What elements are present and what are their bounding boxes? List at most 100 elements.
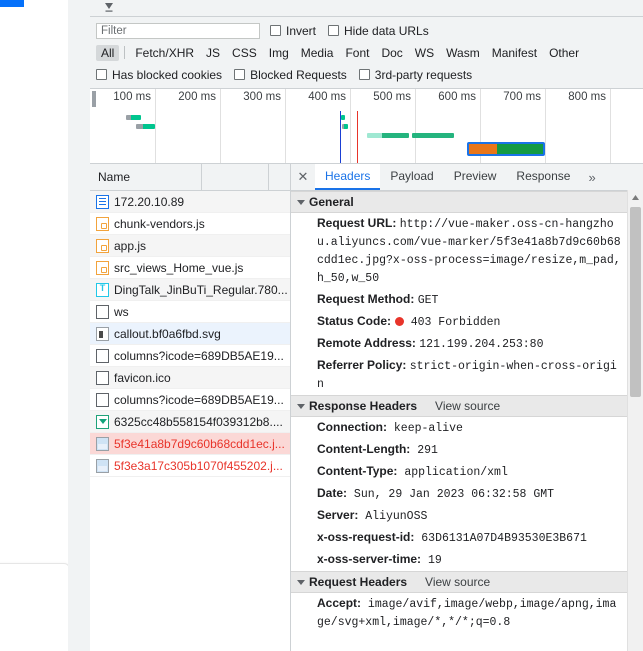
timeline-download-segment xyxy=(344,124,348,129)
timeline-tick-label: 700 ms xyxy=(503,91,541,103)
timeline-wait-segment xyxy=(469,144,498,154)
table-row[interactable]: DingTalk_JinBuTi_Regular.780... xyxy=(90,279,290,301)
type-filter-doc[interactable]: Doc xyxy=(376,45,407,61)
scroll-up-icon[interactable] xyxy=(628,190,643,205)
table-row[interactable]: chunk-vendors.js xyxy=(90,213,290,235)
type-filter-wasm[interactable]: Wasm xyxy=(441,45,485,61)
column-divider[interactable] xyxy=(201,164,202,190)
tab-response-label: Response xyxy=(516,169,571,183)
request-name: 172.20.10.89 xyxy=(114,194,185,209)
tab-response[interactable]: Response xyxy=(506,164,580,190)
request-name: 5f3e41a8b7d9c60b68cdd1ec.j... xyxy=(114,436,285,451)
response-headers-section-header[interactable]: Response Headers View source xyxy=(291,395,628,417)
timeline-bar[interactable] xyxy=(342,124,348,129)
third-party-requests-checkbox[interactable] xyxy=(358,69,370,80)
invert-checkbox[interactable] xyxy=(270,25,281,36)
chevron-double-right-icon[interactable]: » xyxy=(580,164,603,190)
timeline-bar[interactable] xyxy=(126,115,141,120)
response-header-key: Server: xyxy=(317,508,359,522)
table-row[interactable]: src_views_Home_vue.js xyxy=(90,257,290,279)
hide-data-urls-checkbox[interactable] xyxy=(328,25,340,36)
request-name: chunk-vendors.js xyxy=(114,216,205,231)
timeline-tick-label: 300 ms xyxy=(243,91,281,103)
request-header-key: Accept: xyxy=(317,596,362,610)
invert-checkbox-label[interactable]: Invert xyxy=(270,24,316,38)
table-row[interactable]: 5f3e3a17c305b1070f455202.j... xyxy=(90,455,290,477)
response-header-value: 63D6131A07D4B93530E3B671 xyxy=(414,532,587,545)
tab-payload-label: Payload xyxy=(390,169,434,183)
request-method-key: Request Method: xyxy=(317,292,415,306)
timeline-download-segment xyxy=(497,144,543,154)
overview-drag-handle[interactable] xyxy=(92,91,96,107)
timeline-download-segment xyxy=(426,133,454,138)
blocked-requests-checkbox-label[interactable]: Blocked Requests xyxy=(234,68,347,82)
network-toolbar-strip xyxy=(90,0,643,17)
timeline-tick-label: 100 ms xyxy=(113,91,151,103)
response-header-key: Connection: xyxy=(317,420,387,434)
timeline-gridline xyxy=(285,89,286,163)
request-details-pane: ✕ Headers Payload Preview Response » Gen… xyxy=(291,164,643,651)
type-filter-fetch-xhr[interactable]: Fetch/XHR xyxy=(130,45,199,61)
type-filter-all[interactable]: All xyxy=(96,44,120,61)
timeline-bar[interactable] xyxy=(136,124,155,129)
table-row[interactable]: 172.20.10.89 xyxy=(90,191,290,213)
has-blocked-cookies-checkbox[interactable] xyxy=(96,69,107,80)
response-header-row: x-oss-request-id: 63D6131A07D4B93530E3B6… xyxy=(291,527,628,549)
response-view-source-link[interactable]: View source xyxy=(435,399,500,413)
close-icon[interactable]: ✕ xyxy=(291,164,315,190)
timeline-bar[interactable] xyxy=(367,133,409,138)
response-header-row: Date: Sun, 29 Jan 2023 06:32:58 GMT xyxy=(291,483,628,505)
table-row[interactable]: favicon.ico xyxy=(90,367,290,389)
type-filter-other[interactable]: Other xyxy=(544,45,584,61)
timeline-gridline xyxy=(220,89,221,163)
table-row[interactable]: 5f3e41a8b7d9c60b68cdd1ec.j... xyxy=(90,433,290,455)
table-row[interactable]: columns?icode=689DB5AE19... xyxy=(90,389,290,411)
tab-payload[interactable]: Payload xyxy=(380,164,443,190)
scrollbar-thumb[interactable] xyxy=(630,207,641,397)
type-filter-img[interactable]: Img xyxy=(264,45,294,61)
type-filter-ws[interactable]: WS xyxy=(410,45,439,61)
plain-icon xyxy=(96,304,109,319)
chevron-down-icon xyxy=(297,579,305,585)
table-row[interactable]: ws xyxy=(90,301,290,323)
font-icon xyxy=(96,282,109,297)
tab-preview[interactable]: Preview xyxy=(444,164,507,190)
type-filter-manifest[interactable]: Manifest xyxy=(487,45,542,61)
response-header-value: application/xml xyxy=(397,466,508,479)
type-filter-js[interactable]: JS xyxy=(201,45,225,61)
third-party-requests-checkbox-label[interactable]: 3rd-party requests xyxy=(358,68,472,82)
plain-icon xyxy=(96,370,109,385)
response-header-row: Server: AliyunOSS xyxy=(291,505,628,527)
network-overview-timeline[interactable]: 100 ms 200 ms 300 ms 400 ms 500 ms 600 ms 700 … xyxy=(90,89,643,164)
request-headers-section-header[interactable]: Request Headers View source xyxy=(291,571,628,593)
table-row[interactable]: columns?icode=689DB5AE19... xyxy=(90,345,290,367)
details-scrollbar[interactable] xyxy=(627,190,643,651)
general-section-header[interactable]: General xyxy=(291,191,628,213)
type-filter-font[interactable]: Font xyxy=(340,45,374,61)
table-row[interactable]: 6325cc48b558154f039312b8.... xyxy=(90,411,290,433)
request-name: app.js xyxy=(114,238,147,253)
has-blocked-cookies-checkbox-label[interactable]: Has blocked cookies xyxy=(96,68,222,82)
request-view-source-link[interactable]: View source xyxy=(425,575,490,589)
invert-label-text: Invert xyxy=(286,23,317,38)
table-row[interactable]: callout.bf0a6fbd.svg xyxy=(90,323,290,345)
blocked-requests-checkbox[interactable] xyxy=(234,69,246,80)
timeline-bar[interactable] xyxy=(412,133,454,138)
timeline-tick-label: 600 ms xyxy=(438,91,476,103)
page-content-card xyxy=(0,563,70,651)
timeline-bar-selected[interactable] xyxy=(467,142,545,156)
filter-row: Invert Hide data URLs xyxy=(96,21,637,40)
type-filter-css[interactable]: CSS xyxy=(227,45,262,61)
timeline-bar[interactable] xyxy=(341,115,345,120)
remote-address-row: Remote Address: 121.199.204.253:80 xyxy=(291,333,628,355)
table-row[interactable]: app.js xyxy=(90,235,290,257)
import-har-icon[interactable] xyxy=(102,1,116,15)
column-divider[interactable] xyxy=(268,164,269,190)
web-page-background xyxy=(0,0,90,651)
filter-input[interactable] xyxy=(96,22,260,39)
hide-data-urls-checkbox-label[interactable]: Hide data URLs xyxy=(328,24,429,38)
response-header-row: Content-Length: 291 xyxy=(291,439,628,461)
type-filter-media[interactable]: Media xyxy=(296,45,339,61)
column-header-name[interactable]: Name xyxy=(98,170,130,184)
tab-headers[interactable]: Headers xyxy=(315,164,381,190)
